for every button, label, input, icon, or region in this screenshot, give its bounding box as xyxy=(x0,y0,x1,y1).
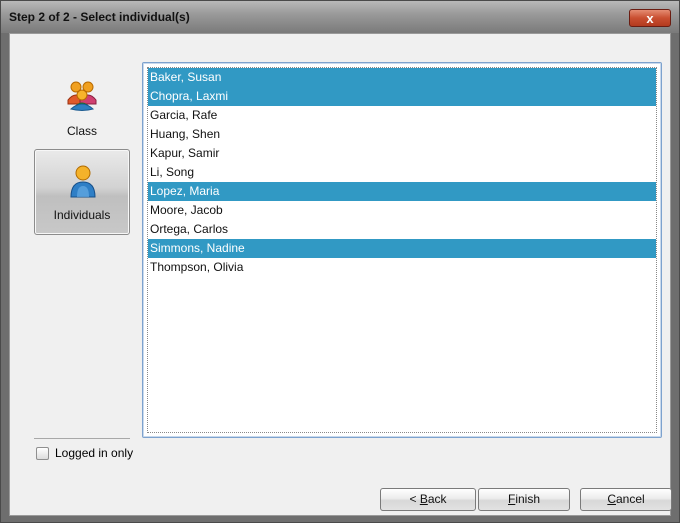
nav-item-label: Individuals xyxy=(53,208,111,222)
nav-item-class[interactable]: Class xyxy=(34,74,130,160)
list-item[interactable]: Li, Song xyxy=(148,163,656,182)
list-item[interactable]: Lopez, Maria xyxy=(148,182,656,201)
back-button-mnemonic: B xyxy=(419,492,428,506)
list-item[interactable]: Thompson, Olivia xyxy=(148,258,656,277)
dialog-title: Step 2 of 2 - Select individual(s) xyxy=(9,10,190,24)
list-item[interactable]: Chopra, Laxmi xyxy=(148,87,656,106)
close-button[interactable]: x xyxy=(629,9,671,27)
title-bar[interactable]: Step 2 of 2 - Select individual(s) x xyxy=(1,1,679,33)
nav-item-individuals[interactable]: Individuals xyxy=(34,149,130,235)
dialog-window: Step 2 of 2 - Select individual(s) x Cla… xyxy=(0,0,680,523)
list-item[interactable]: Kapur, Samir xyxy=(148,144,656,163)
list-item[interactable]: Moore, Jacob xyxy=(148,201,656,220)
individuals-list[interactable]: Baker, Susan Chopra, Laxmi Garcia, Rafe … xyxy=(147,67,657,433)
back-button-label: ack xyxy=(427,492,447,506)
dialog-body: Class Individuals Baker, Susan Chopra, L… xyxy=(9,33,672,516)
group-icon xyxy=(67,81,97,111)
list-item[interactable]: Baker, Susan xyxy=(148,68,656,87)
finish-button[interactable]: Finish xyxy=(478,488,570,511)
list-item[interactable]: Ortega, Carlos xyxy=(148,220,656,239)
nav-item-label: Class xyxy=(66,124,97,138)
back-button-prefix: < xyxy=(409,492,420,506)
cancel-button-mnemonic: C xyxy=(607,492,616,506)
finish-button-label: inish xyxy=(515,492,541,506)
logged-in-only-label: Logged in only xyxy=(55,446,134,460)
logged-in-only-checkbox[interactable] xyxy=(36,447,49,460)
close-icon: x xyxy=(646,11,654,26)
back-button[interactable]: < Back xyxy=(380,488,476,511)
list-item[interactable]: Garcia, Rafe xyxy=(148,106,656,125)
individuals-listbox: Baker, Susan Chopra, Laxmi Garcia, Rafe … xyxy=(142,62,662,438)
divider xyxy=(34,438,130,439)
list-item[interactable]: Simmons, Nadine xyxy=(148,239,656,258)
person-icon xyxy=(70,165,96,198)
cancel-button-label: ancel xyxy=(615,492,645,506)
list-item[interactable]: Huang, Shen xyxy=(148,125,656,144)
cancel-button[interactable]: Cancel xyxy=(580,488,672,511)
